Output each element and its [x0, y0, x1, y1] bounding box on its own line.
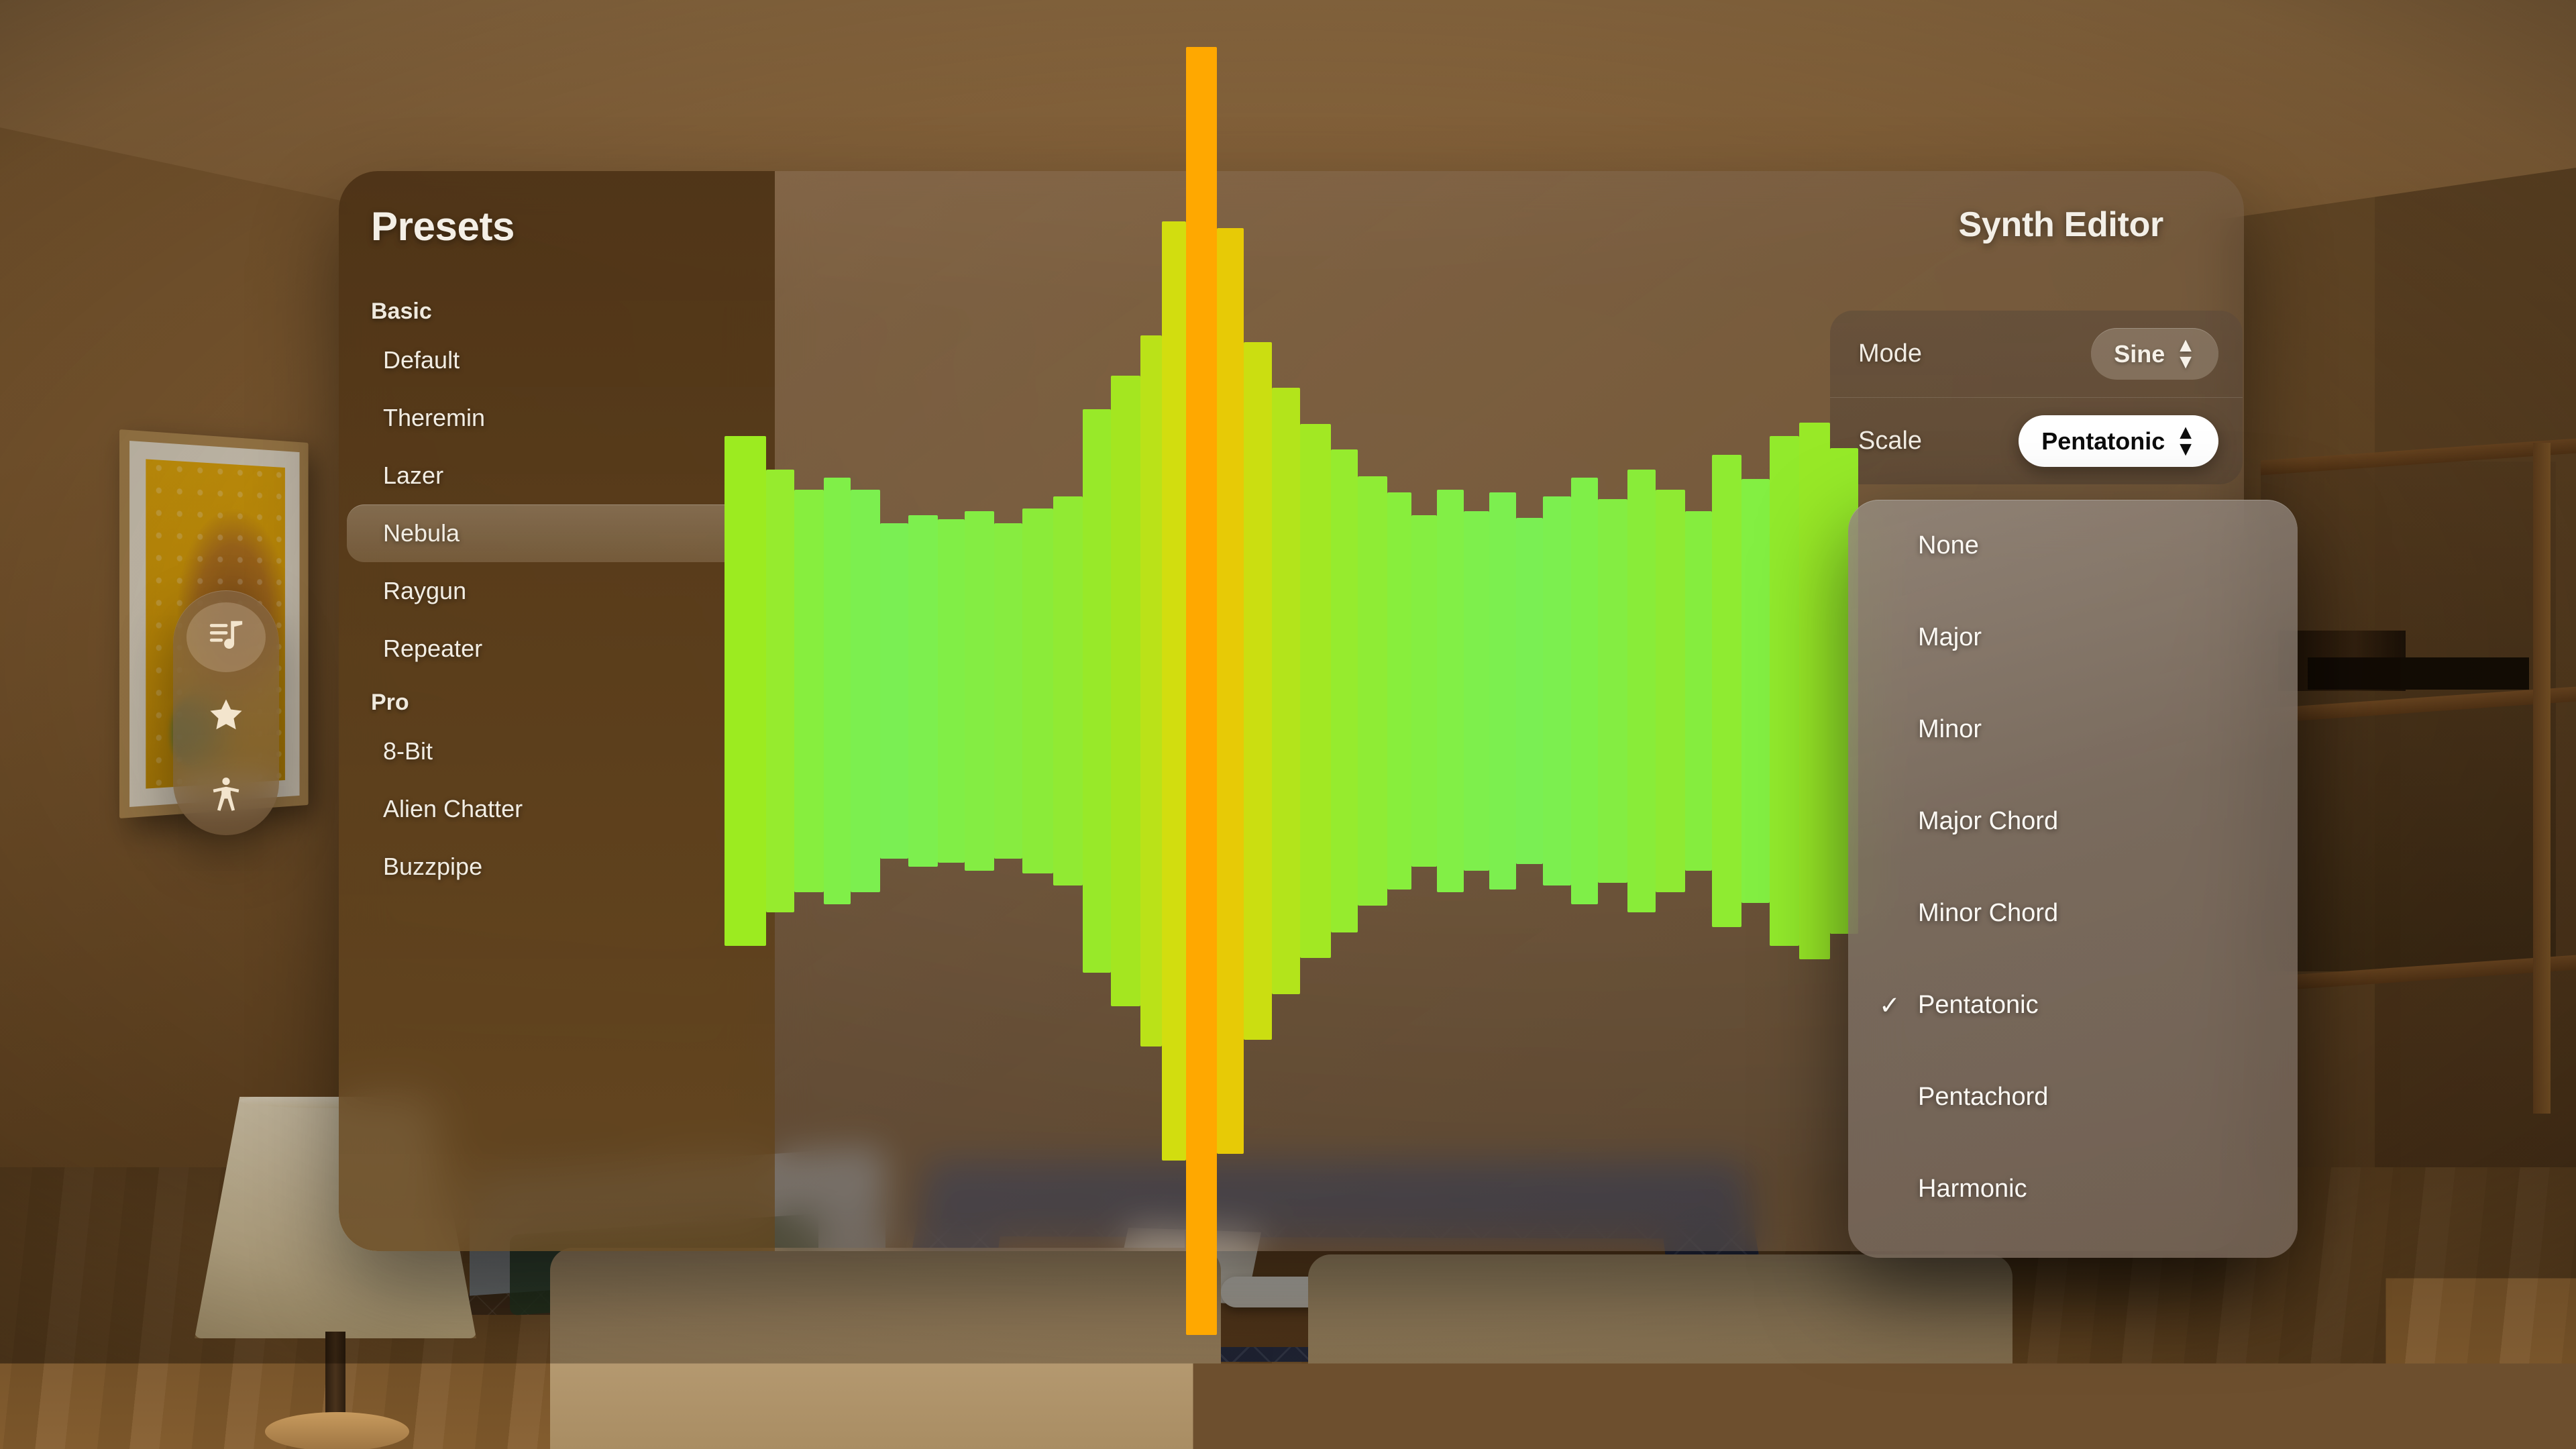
setting-row-mode: Mode Sine ▲ ▼	[1830, 311, 2243, 397]
dropdown-option-major[interactable]: Major	[1848, 592, 2298, 684]
chevron-updown-icon: ▲ ▼	[2176, 425, 2196, 458]
bookshelf-side-panel	[2533, 443, 2551, 1114]
mode-picker[interactable]: Sine ▲ ▼	[2091, 328, 2218, 380]
music-note-list-button[interactable]	[186, 602, 266, 672]
dropdown-option-none[interactable]: None	[1848, 500, 2298, 592]
dropdown-option-label: None	[1918, 531, 1979, 560]
preset-item-theremin[interactable]: Theremin	[347, 389, 767, 447]
synth-settings-card: Mode Sine ▲ ▼ Scale Pentatonic ▲ ▼	[1830, 311, 2243, 484]
dropdown-option-label: Minor	[1918, 715, 1982, 744]
scale-picker-value: Pentatonic	[2041, 427, 2165, 455]
dropdown-option-major-chord[interactable]: Major Chord	[1848, 775, 2298, 867]
preset-item-buzzpipe[interactable]: Buzzpipe	[347, 838, 767, 896]
preset-item-alien-chatter[interactable]: Alien Chatter	[347, 780, 767, 838]
checkmark-icon: ✓	[1879, 990, 1900, 1020]
dropdown-option-label: Pentatonic	[1918, 991, 2039, 1020]
chevron-updown-icon: ▲ ▼	[2176, 337, 2196, 370]
preset-item-nebula[interactable]: Nebula	[347, 504, 767, 562]
preset-list[interactable]: Basic Default Theremin Lazer Nebula Raygun Rep…	[339, 286, 775, 1251]
shelf-books-stack	[2308, 657, 2529, 690]
table-lamp-stem	[325, 1332, 345, 1426]
scale-dropdown-menu[interactable]: None Major Minor Major Chord Minor Chord ✓ Pen…	[1848, 500, 2298, 1258]
scale-picker[interactable]: Pentatonic ▲ ▼	[2019, 415, 2218, 467]
tool-dock	[173, 590, 279, 835]
dropdown-option-label: Minor Chord	[1918, 899, 2058, 928]
setting-label-mode: Mode	[1858, 339, 1922, 368]
setting-row-scale: Scale Pentatonic ▲ ▼	[1830, 397, 2243, 484]
favorites-button[interactable]	[186, 682, 266, 752]
preset-item-raygun[interactable]: Raygun	[347, 562, 767, 620]
dropdown-option-label: Pentachord	[1918, 1083, 2048, 1112]
dropdown-option-label: Harmonic	[1918, 1175, 2027, 1203]
dropdown-option-harmonic[interactable]: Harmonic	[1848, 1143, 2298, 1235]
dropdown-option-label: Major	[1918, 623, 1982, 652]
bookshelf	[2261, 429, 2576, 1234]
preset-group-header: Basic	[339, 286, 775, 331]
preset-item-repeater[interactable]: Repeater	[347, 620, 767, 678]
dropdown-option-minor-chord[interactable]: Minor Chord	[1848, 867, 2298, 959]
accessibility-icon	[207, 775, 246, 818]
sofa-left	[550, 1248, 1221, 1449]
preset-item-lazer[interactable]: Lazer	[347, 447, 767, 504]
page-title: Presets	[371, 203, 515, 250]
music-note-list-icon	[207, 616, 246, 658]
preset-item-default[interactable]: Default	[347, 331, 767, 389]
preset-group-header: Pro	[339, 678, 775, 722]
presets-sidebar: Presets Basic Default Theremin Lazer Nebula R…	[339, 171, 775, 1251]
mode-picker-value: Sine	[2114, 340, 2165, 368]
dropdown-option-label: Major Chord	[1918, 807, 2058, 836]
dropdown-option-minor[interactable]: Minor	[1848, 684, 2298, 775]
dropdown-option-pentachord[interactable]: Pentachord	[1848, 1051, 2298, 1143]
accessibility-button[interactable]	[186, 761, 266, 831]
table-lamp-base	[265, 1412, 409, 1449]
dropdown-option-pentatonic[interactable]: ✓ Pentatonic	[1848, 959, 2298, 1051]
preset-item-8-bit[interactable]: 8-Bit	[347, 722, 767, 780]
setting-label-scale: Scale	[1858, 427, 1922, 455]
star-icon	[207, 696, 246, 738]
synth-editor-title: Synth Editor	[1958, 205, 2163, 245]
sofa-right	[1308, 1254, 2012, 1449]
